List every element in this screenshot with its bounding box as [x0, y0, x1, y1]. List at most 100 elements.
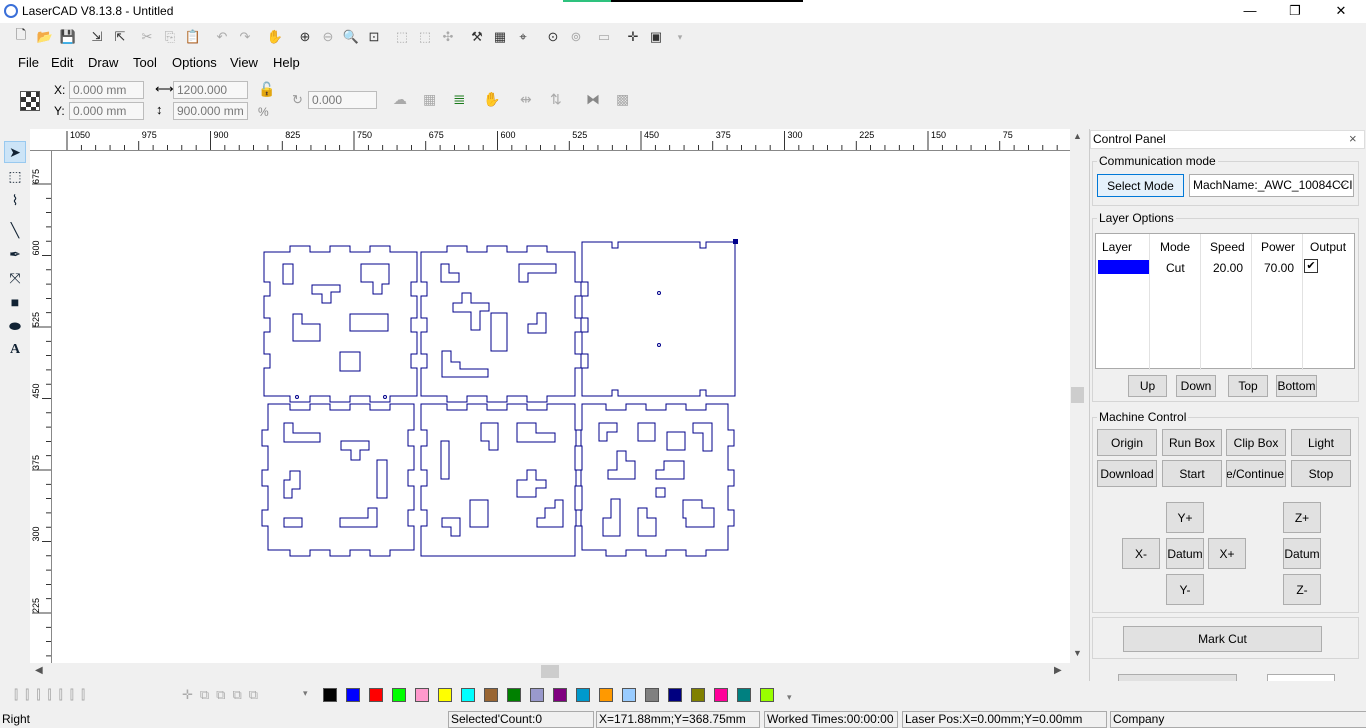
- node-edit-icon[interactable]: ⌖: [513, 27, 533, 47]
- palette-color-swatch[interactable]: [645, 688, 659, 702]
- origin-button[interactable]: Origin: [1097, 429, 1157, 456]
- minimize-button[interactable]: —: [1227, 0, 1273, 23]
- hand-tool-icon[interactable]: ✋: [483, 91, 500, 108]
- text-tool-icon[interactable]: A: [4, 339, 26, 361]
- menu-file[interactable]: File: [18, 55, 39, 70]
- palette-color-swatch[interactable]: [323, 688, 337, 702]
- palette-color-swatch[interactable]: [599, 688, 613, 702]
- zoom-page-icon[interactable]: ⊡: [364, 27, 384, 47]
- mark-cut-button[interactable]: Mark Cut: [1123, 626, 1322, 652]
- line-tool-icon[interactable]: ╲: [4, 219, 26, 241]
- menu-draw[interactable]: Draw: [88, 55, 118, 70]
- layer-speed[interactable]: 20.00: [1213, 261, 1243, 275]
- start-button[interactable]: Start: [1162, 460, 1222, 487]
- menu-tool[interactable]: Tool: [133, 55, 157, 70]
- download-button[interactable]: Download: [1097, 460, 1157, 487]
- menu-help[interactable]: Help: [273, 55, 300, 70]
- new-file-icon[interactable]: 🗋: [11, 27, 31, 47]
- cut-icon[interactable]: ✂: [137, 27, 157, 47]
- stop-button[interactable]: Stop: [1291, 460, 1351, 487]
- xy-datum-button[interactable]: Datum: [1166, 538, 1204, 569]
- layer-up-button[interactable]: Up: [1128, 375, 1167, 397]
- ellipse-tool-icon[interactable]: ⬬: [4, 315, 26, 337]
- palette-color-swatch[interactable]: [484, 688, 498, 702]
- import-icon[interactable]: ⇲: [87, 27, 107, 47]
- select-mode-button[interactable]: Select Mode: [1097, 174, 1184, 197]
- layer-power[interactable]: 70.00: [1264, 261, 1294, 275]
- palette-color-swatch[interactable]: [622, 688, 636, 702]
- save-icon[interactable]: 💾: [58, 27, 78, 47]
- jog-z-minus-button[interactable]: Z-: [1283, 574, 1321, 605]
- weld-icon[interactable]: ✣: [438, 27, 458, 47]
- hammer-icon[interactable]: ⚒: [467, 27, 487, 47]
- selection-handle[interactable]: [733, 239, 738, 244]
- light-button[interactable]: Light: [1291, 429, 1351, 456]
- group-icon[interactable]: ⬚: [392, 27, 412, 47]
- select-box-icon[interactable]: ⬚: [4, 165, 26, 187]
- distribute-tools-icon[interactable]: ✛⧉⧉⧉⧉: [182, 687, 265, 703]
- toolbar-overflow-icon[interactable]: ▾: [670, 27, 690, 47]
- drawing-canvas[interactable]: [52, 151, 1070, 663]
- layer-stack-icon[interactable]: ≣: [453, 90, 466, 108]
- palette-color-swatch[interactable]: [392, 688, 406, 702]
- height-field[interactable]: 900.000 mm: [173, 102, 248, 120]
- pause-continue-button[interactable]: Pause/Continue: [1226, 460, 1286, 487]
- horizontal-scrollbar[interactable]: ◀ ▶: [30, 663, 1070, 680]
- rotate-field[interactable]: 0.000: [308, 91, 377, 109]
- layer-table[interactable]: Layer Mode Speed Power Output Cut 20.00 …: [1095, 233, 1355, 370]
- clip-box-button[interactable]: Clip Box: [1226, 429, 1286, 456]
- ungroup-icon[interactable]: ⬚: [415, 27, 435, 47]
- menu-view[interactable]: View: [230, 55, 258, 70]
- palette-color-swatch[interactable]: [530, 688, 544, 702]
- pen-tool-icon[interactable]: ✒: [4, 243, 26, 265]
- mirror-vertical-icon[interactable]: ⇅: [550, 91, 562, 108]
- polyline-tool-icon[interactable]: ⤧: [4, 267, 26, 289]
- array-icon[interactable]: ▦: [490, 27, 510, 47]
- palette-color-swatch[interactable]: [553, 688, 567, 702]
- palette-color-swatch[interactable]: [346, 688, 360, 702]
- clipped-field[interactable]: [1267, 674, 1335, 681]
- cloud-icon[interactable]: ☁: [393, 91, 407, 108]
- preview-icon[interactable]: ⊙: [543, 27, 563, 47]
- node-edit-tool-icon[interactable]: ⌇: [4, 189, 26, 211]
- flip-icon[interactable]: ⧓: [586, 91, 600, 108]
- maximize-button[interactable]: ❐: [1272, 0, 1318, 23]
- rectangle-tool-icon[interactable]: ■: [4, 291, 26, 313]
- menu-edit[interactable]: Edit: [51, 55, 73, 70]
- scroll-down-icon[interactable]: ▼: [1073, 648, 1082, 658]
- palette-color-swatch[interactable]: [714, 688, 728, 702]
- jog-x-plus-button[interactable]: X+: [1208, 538, 1246, 569]
- x-position-field[interactable]: 0.000 mm: [69, 81, 144, 99]
- layer-mode[interactable]: Cut: [1166, 261, 1185, 275]
- clipped-button[interactable]: [1118, 674, 1237, 681]
- scroll-right-icon[interactable]: ▶: [1054, 665, 1062, 676]
- copy-icon[interactable]: ⎘: [160, 27, 180, 47]
- scroll-up-icon[interactable]: ▲: [1073, 131, 1082, 141]
- paste-icon[interactable]: 📋: [183, 27, 203, 47]
- machine-icon[interactable]: ▭: [594, 27, 614, 47]
- zoom-in-icon[interactable]: ⊕: [295, 27, 315, 47]
- layer-bottom-button[interactable]: Bottom: [1276, 375, 1317, 397]
- run-box-button[interactable]: Run Box: [1162, 429, 1222, 456]
- palette-color-swatch[interactable]: [369, 688, 383, 702]
- panel-close-icon[interactable]: ×: [1349, 131, 1357, 146]
- zoom-fit-icon[interactable]: 🔍: [341, 27, 361, 47]
- redo-icon[interactable]: ↷: [235, 27, 255, 47]
- reference-point-icon[interactable]: [20, 91, 40, 111]
- mirror-horizontal-icon[interactable]: ⇹: [520, 91, 532, 108]
- monitor-icon[interactable]: ▣: [646, 27, 666, 47]
- vertical-scrollbar[interactable]: ▲ ▼: [1070, 129, 1085, 663]
- jog-y-minus-button[interactable]: Y-: [1166, 574, 1204, 605]
- menu-options[interactable]: Options: [172, 55, 217, 70]
- jog-y-plus-button[interactable]: Y+: [1166, 502, 1204, 533]
- open-file-icon[interactable]: 📂: [35, 27, 55, 47]
- horizontal-scroll-thumb[interactable]: [541, 665, 559, 678]
- machine-select[interactable]: MachName:_AWC_10084CCI: [1189, 174, 1354, 197]
- z-datum-button[interactable]: Datum: [1283, 538, 1321, 569]
- layer-color-swatch[interactable]: [1098, 260, 1149, 274]
- palette-color-swatch[interactable]: [438, 688, 452, 702]
- layer-top-button[interactable]: Top: [1228, 375, 1268, 397]
- align-overflow-icon[interactable]: ▾: [303, 688, 308, 699]
- palette-color-swatch[interactable]: [737, 688, 751, 702]
- lock-ratio-icon[interactable]: 🔓: [258, 81, 275, 98]
